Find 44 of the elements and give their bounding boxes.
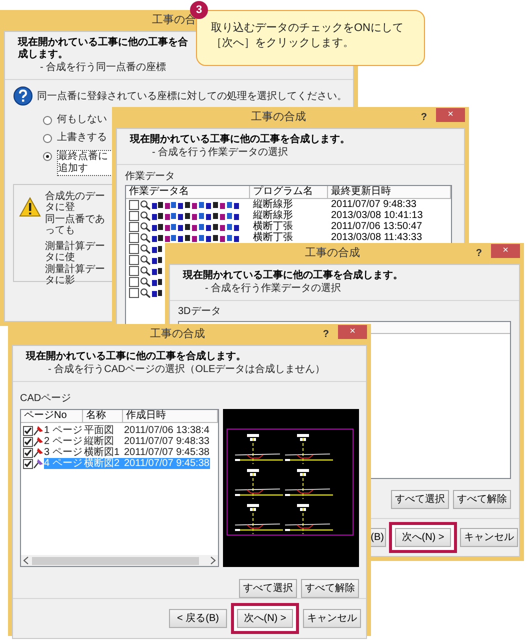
table-cell-text: 縦断図 xyxy=(83,436,115,447)
table-cell-text: 2011/07/06 13:38:4 xyxy=(123,425,210,436)
dialog-subheading: - 合成を行う作業データの選択 xyxy=(204,283,342,295)
table-cell-text: 横断丁張 xyxy=(252,232,294,243)
dialog-heading: 現在開かれている工事に他の工事を合成します。 xyxy=(18,37,189,61)
table-cell: 4 ページ xyxy=(44,458,82,469)
dialog-subheading: - 合成を行うCADページの選択（OLEデータは合成しません） xyxy=(47,364,326,376)
table-cell-text: 縦断線形 xyxy=(252,199,294,210)
warning-text: 測量計算データに影 xyxy=(45,264,106,286)
list-label: 3Dデータ xyxy=(178,306,222,318)
list-label: CADページ xyxy=(20,392,72,406)
list-label: 作業データ xyxy=(125,171,176,183)
table-cell-text: 2011/07/07 9:48:33 xyxy=(123,436,210,447)
radio-label: 上書きする xyxy=(57,132,108,144)
radio-label: 何もしない xyxy=(57,114,108,126)
table-cell-text: 平面図 xyxy=(83,425,115,436)
table-cell-text: 縦断線形 xyxy=(252,210,294,221)
table-cell-text: 2011/07/07 9:45:38 xyxy=(123,447,210,458)
window-title: 工事の合成 xyxy=(150,327,205,342)
table-cell-text: 横断図2 xyxy=(83,458,121,469)
dialog-heading: 現在開かれている工事に他の工事を合成します。 xyxy=(130,134,351,146)
radio-label: 最終点番に追加す xyxy=(57,150,115,176)
dialog-subheading: - 合成を行う作業データの選択 xyxy=(151,147,290,159)
warning-text: 測量計算データに使 xyxy=(45,241,106,263)
question-text: 同一点番に登録されている座標に対しての処理を選択してください。 xyxy=(37,90,347,104)
table-cell-text: 2011/07/06 13:50:47 xyxy=(330,221,424,232)
table-cell: 2 ページ xyxy=(44,436,82,447)
table-cell-text: 2011/07/07 9:48:33 xyxy=(330,199,418,210)
callout-text: ［次へ］をクリックします。 xyxy=(211,36,355,51)
dialog-heading: 現在開かれている工事に他の工事を合成します。 xyxy=(26,351,247,363)
table-cell-text: 横断丁張 xyxy=(252,221,294,232)
table-cell: 1 ページ xyxy=(44,425,82,436)
dialog-heading: 現在開かれている工事に他の工事を合成します。 xyxy=(183,270,404,282)
callout-text: 取り込むデータのチェックをONにして xyxy=(211,21,404,36)
table-cell-text: 2011/07/07 9:45:38 xyxy=(123,458,210,469)
table-cell: 3 ページ xyxy=(44,447,82,458)
dialog-subheading: - 合成を行う同一点番の座標 xyxy=(39,62,168,74)
table-cell-text: 2013/03/08 11:43:33 xyxy=(330,232,424,243)
window-title: 工事の合成 xyxy=(250,110,306,126)
table-cell-text: 2013/03/08 10:41:13 xyxy=(330,210,424,221)
table-cell-text: 横断図1 xyxy=(83,447,121,458)
warning-text: 同一点番であっても xyxy=(45,214,106,236)
window-title: 工事の合成 xyxy=(304,246,360,262)
warning-text: 合成先のデータに登 xyxy=(45,191,106,213)
